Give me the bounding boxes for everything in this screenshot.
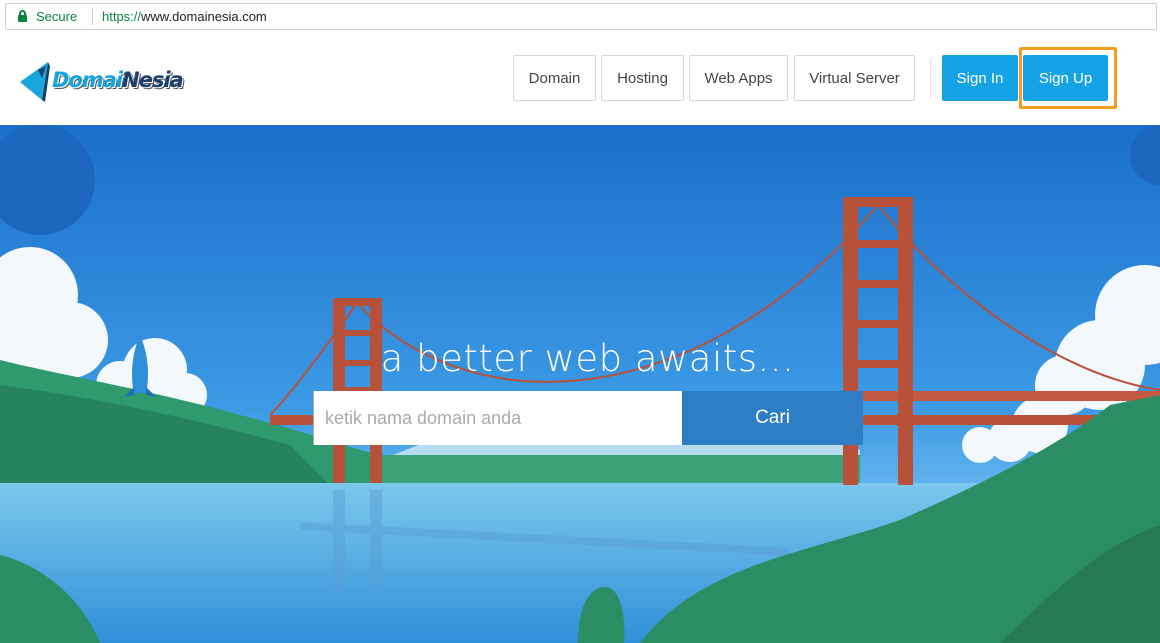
- hero-section: a better web awaits... Cari: [0, 125, 1160, 643]
- site-header: DomaiNesia Domain Hosting Web Apps Virtu…: [0, 34, 1160, 125]
- nav-web-apps-button[interactable]: Web Apps: [689, 55, 788, 101]
- url-host: www.domainesia.com: [141, 9, 267, 24]
- nav-hosting-button[interactable]: Hosting: [601, 55, 684, 101]
- logo-text-b: Nesia: [122, 68, 184, 92]
- sign-up-button[interactable]: Sign Up: [1023, 55, 1108, 101]
- nav-domain-button[interactable]: Domain: [513, 55, 596, 101]
- url-protocol: https://: [102, 9, 142, 24]
- secure-label[interactable]: Secure: [36, 9, 77, 24]
- logo-text-a: Domai: [52, 68, 123, 92]
- browser-address-bar: Secure https://www.domainesia.com: [0, 0, 1160, 34]
- url-text[interactable]: https://www.domainesia.com: [102, 9, 267, 24]
- hero-tagline: a better web awaits...: [380, 337, 795, 380]
- url-box[interactable]: Secure https://www.domainesia.com: [5, 3, 1157, 30]
- lock-icon[interactable]: [18, 10, 27, 22]
- logo[interactable]: DomaiNesia: [18, 56, 184, 106]
- header-divider: [930, 58, 931, 98]
- hero-illustration: [0, 125, 1160, 643]
- sign-in-button[interactable]: Sign In: [942, 55, 1018, 101]
- logo-text: DomaiNesia: [52, 68, 184, 92]
- search-button[interactable]: Cari: [682, 391, 863, 445]
- domain-search-input[interactable]: [313, 391, 682, 445]
- nav-virtual-server-button[interactable]: Virtual Server: [794, 55, 915, 101]
- divider: [92, 8, 93, 25]
